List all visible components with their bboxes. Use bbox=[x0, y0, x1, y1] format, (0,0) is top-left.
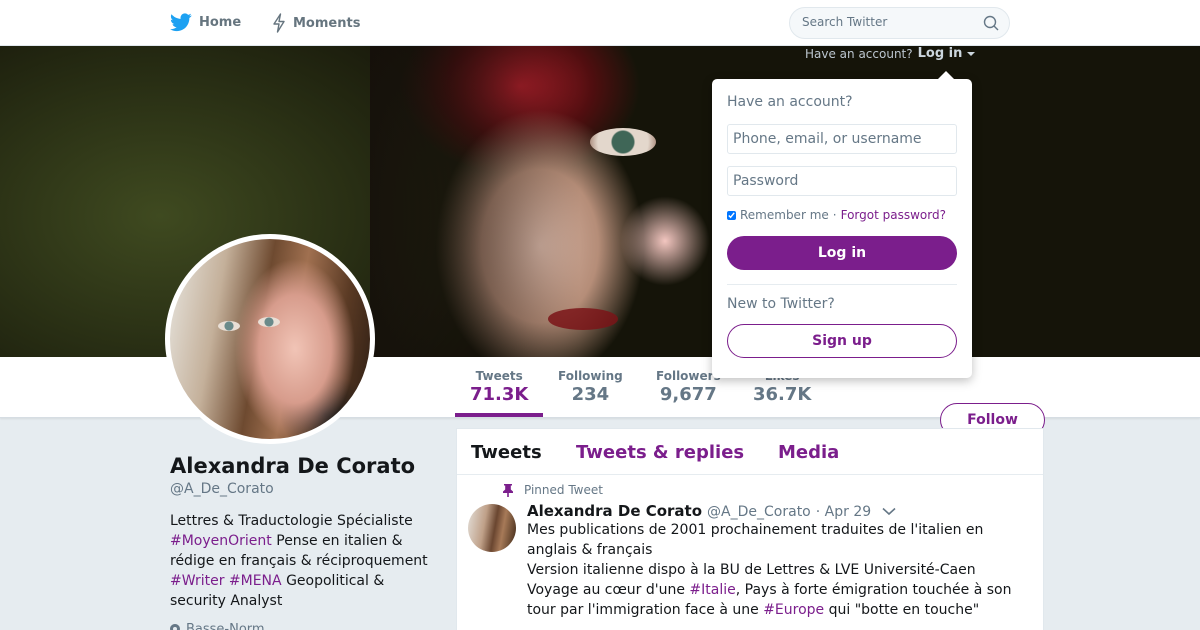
separator-dot: · bbox=[832, 208, 837, 222]
avatar-eye-right bbox=[258, 317, 280, 327]
stat-following[interactable]: Following 234 bbox=[558, 369, 623, 405]
banner-shadow bbox=[370, 46, 580, 357]
bio-text: Lettres & Traductologie Spécialiste bbox=[170, 513, 413, 529]
search-input[interactable] bbox=[802, 15, 972, 29]
active-stat-indicator bbox=[455, 413, 543, 417]
signup-button[interactable]: Sign up bbox=[727, 324, 957, 358]
stat-tweets[interactable]: Tweets 71.3K bbox=[470, 369, 528, 405]
signup-heading: New to Twitter? bbox=[727, 296, 835, 312]
tweet-header: Alexandra De Corato @A_De_Corato · Apr 2… bbox=[527, 502, 871, 520]
tweet-line: Version italienne dispo à la BU de Lettr… bbox=[527, 562, 976, 578]
hashtag-link[interactable]: #MENA bbox=[229, 573, 282, 589]
hashtag-link[interactable]: #Italie bbox=[689, 582, 735, 598]
tweet-line: Mes publications de 2001 prochainement t… bbox=[527, 522, 984, 538]
stat-label: Following bbox=[558, 369, 623, 383]
banner-eye bbox=[590, 128, 656, 156]
search-icon[interactable] bbox=[983, 15, 999, 31]
nav-moments[interactable]: Moments bbox=[272, 13, 360, 33]
login-dropdown: Have an account? Remember me · Forgot pa… bbox=[712, 71, 972, 378]
timeline: Tweets Tweets & replies Media Pinned Twe… bbox=[456, 428, 1044, 630]
pinned-text: Pinned Tweet bbox=[524, 483, 603, 497]
top-nav: Home Moments bbox=[0, 0, 1200, 46]
location-pin-icon bbox=[170, 623, 180, 630]
hashtag-link[interactable]: #Writer bbox=[170, 573, 224, 589]
bio-text: Geopolitical & bbox=[281, 573, 385, 589]
dropdown-arrow bbox=[938, 71, 954, 79]
stat-value: 36.7K bbox=[753, 384, 812, 405]
timeline-tabs: Tweets Tweets & replies Media bbox=[457, 429, 1043, 475]
remember-checkbox[interactable] bbox=[727, 210, 736, 220]
banner-cheek bbox=[620, 196, 710, 286]
twitter-bird-icon bbox=[170, 13, 192, 32]
forgot-password-link[interactable]: Forgot password? bbox=[841, 208, 946, 222]
username-field[interactable] bbox=[727, 124, 957, 154]
nav-moments-label: Moments bbox=[293, 15, 361, 31]
tweet-avatar[interactable] bbox=[468, 504, 516, 552]
stat-label: Followers bbox=[656, 369, 721, 383]
tweet-author-handle[interactable]: @A_De_Corato bbox=[707, 504, 811, 520]
location-text: Basse-Norm... bbox=[186, 622, 277, 630]
password-field[interactable] bbox=[727, 166, 957, 196]
tweet-line: qui "botte en touche" bbox=[824, 602, 980, 618]
tweet-author-name[interactable]: Alexandra De Corato bbox=[527, 502, 702, 520]
lightning-icon bbox=[273, 13, 285, 33]
bio-text: rédige en français & réciproquement bbox=[170, 553, 428, 569]
avatar-eye-left bbox=[218, 321, 240, 331]
account-question: Have an account? bbox=[805, 46, 913, 61]
login-heading: Have an account? bbox=[727, 94, 853, 110]
profile-bio: Lettres & Traductologie Spécialiste #Moy… bbox=[170, 511, 440, 611]
stat-label: Tweets bbox=[475, 369, 523, 383]
pin-icon bbox=[503, 483, 513, 497]
profile-name[interactable]: Alexandra De Corato bbox=[170, 454, 415, 478]
remember-label[interactable]: Remember me bbox=[740, 208, 829, 222]
login-button[interactable]: Log in bbox=[727, 236, 957, 270]
divider bbox=[727, 284, 957, 285]
remember-row: Remember me · Forgot password? bbox=[727, 208, 946, 222]
nav-home[interactable]: Home bbox=[170, 13, 241, 32]
tab-tweets-replies[interactable]: Tweets & replies bbox=[576, 442, 744, 463]
hashtag-link[interactable]: #MoyenOrient bbox=[170, 533, 272, 549]
bio-text: security Analyst bbox=[170, 593, 283, 609]
tweet-line: tour par l'immigration face à une bbox=[527, 602, 764, 618]
tweet-text: Mes publications de 2001 prochainement t… bbox=[527, 520, 1027, 620]
hashtag-link[interactable]: #Europe bbox=[763, 602, 824, 618]
tweet-line: , Pays à forte émigration touchée à son bbox=[735, 582, 1012, 598]
tweet-line: anglais & français bbox=[527, 542, 653, 558]
tab-media[interactable]: Media bbox=[778, 442, 839, 463]
search-box bbox=[789, 7, 1010, 39]
profile-avatar[interactable] bbox=[165, 234, 375, 444]
stat-value: 234 bbox=[571, 384, 610, 405]
pinned-label: Pinned Tweet bbox=[502, 483, 603, 497]
profile-handle[interactable]: @A_De_Corato bbox=[170, 481, 274, 497]
chevron-down-icon[interactable] bbox=[882, 507, 896, 516]
tweet-line: Voyage au cœur d'une bbox=[527, 582, 690, 598]
caret-down-icon[interactable] bbox=[967, 51, 976, 56]
bio-text: Pense en italien & bbox=[271, 533, 403, 549]
banner-lips bbox=[548, 308, 618, 330]
tweet-date[interactable]: · Apr 29 bbox=[816, 504, 871, 520]
login-dropdown-toggle[interactable]: Log in bbox=[918, 46, 963, 61]
stat-value: 9,677 bbox=[659, 384, 717, 405]
stat-followers[interactable]: Followers 9,677 bbox=[656, 369, 721, 405]
account-bar: Have an account? Log in bbox=[805, 46, 976, 61]
profile-location: Basse-Norm... bbox=[170, 622, 277, 630]
tab-tweets[interactable]: Tweets bbox=[471, 442, 542, 463]
stat-value: 71.3K bbox=[470, 384, 529, 405]
nav-home-label: Home bbox=[199, 15, 242, 30]
